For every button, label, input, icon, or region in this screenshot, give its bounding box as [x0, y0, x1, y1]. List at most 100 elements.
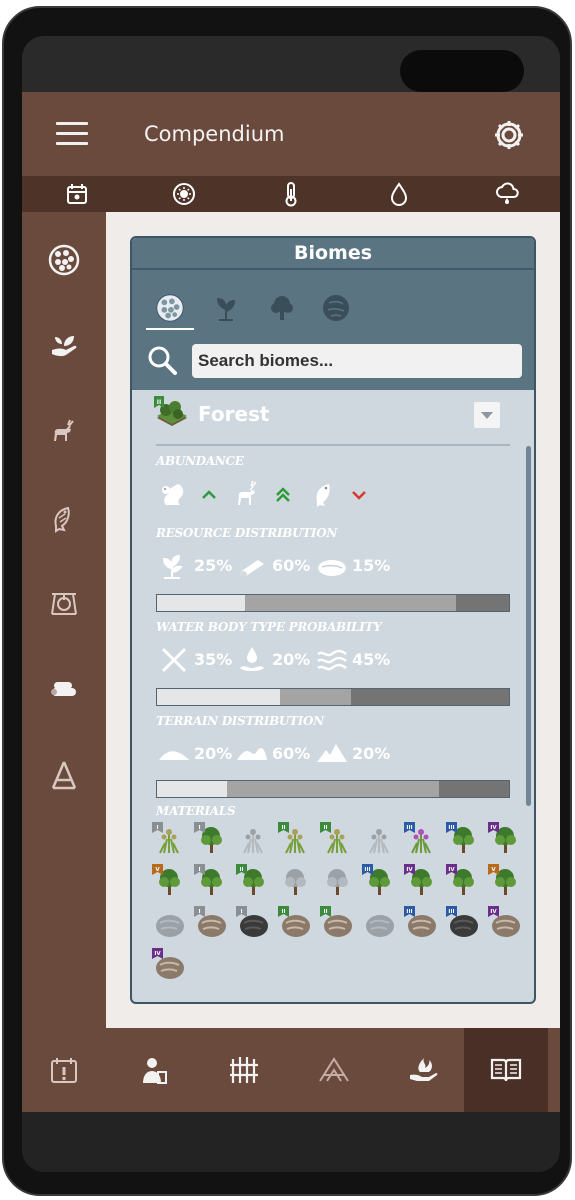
water-segment-2 [280, 689, 351, 705]
sun-icon[interactable] [171, 181, 197, 207]
nav-fire[interactable] [382, 1028, 466, 1112]
nav-base[interactable] [202, 1028, 286, 1112]
svg-text:IV: IV [406, 867, 413, 873]
pine-tree-icon[interactable]: II [236, 864, 270, 898]
tab-biomes[interactable] [150, 288, 190, 328]
sidebar-item-traps[interactable] [40, 580, 88, 628]
stone-icon [318, 560, 346, 576]
oak-tree-icon[interactable]: III [362, 864, 396, 898]
svg-text:I: I [198, 867, 200, 873]
oak-tree-icon[interactable]: IV [404, 864, 438, 898]
active-tab-indicator [146, 328, 194, 330]
silver-plant-icon[interactable] [362, 822, 396, 856]
svg-text:III: III [448, 909, 454, 915]
biome-name: Forest [198, 402, 270, 426]
pond-drop-icon [240, 647, 264, 671]
water-drop-icon[interactable] [386, 181, 412, 207]
brown-rock-icon[interactable]: IV [488, 906, 522, 940]
svg-text:III: III [406, 825, 412, 831]
pink-rock-icon[interactable]: IV [152, 948, 186, 982]
sidebar-item-animals[interactable] [40, 408, 88, 456]
terrain-flat-value: 20% [194, 744, 233, 763]
biomes-panel: Biomes Search biomes... II Forest ABUNDA… [130, 236, 536, 1004]
trend-up-icon [202, 490, 216, 499]
calendar-icon[interactable] [64, 181, 90, 207]
nav-compendium[interactable] [464, 1028, 548, 1112]
svg-text:I: I [198, 909, 200, 915]
sidebar-item-crafting[interactable] [40, 752, 88, 800]
search-icon [148, 346, 177, 375]
lavender-icon[interactable] [236, 822, 270, 856]
oak-tree-icon[interactable]: IV [446, 864, 480, 898]
svg-text:III: III [364, 867, 370, 873]
wheat-icon[interactable]: II [320, 822, 354, 856]
section-resource-distribution: RESOURCE DISTRIBUTION [156, 526, 338, 540]
terrain-bar [156, 780, 510, 798]
fish-icon [54, 506, 70, 533]
biome-dropdown-button[interactable] [474, 402, 500, 428]
fir-tree-gray-icon[interactable] [278, 864, 312, 898]
nav-events[interactable] [22, 1028, 106, 1112]
menu-icon[interactable] [56, 122, 88, 146]
sprout-icon [162, 554, 183, 579]
stone-gray-icon[interactable] [362, 906, 396, 940]
section-abundance: ABUNDANCE [156, 454, 244, 468]
scrollbar[interactable] [526, 446, 531, 806]
trend-double-up-icon [276, 487, 290, 502]
sidebar-item-plants[interactable] [40, 322, 88, 370]
round-tree-gray-icon[interactable] [320, 864, 354, 898]
sidebar-item-biomes[interactable] [40, 236, 88, 284]
pink-flower-icon[interactable]: III [404, 822, 438, 856]
bottom-nav [22, 1028, 560, 1112]
book-icon [490, 1058, 522, 1082]
resource-distribution-bar [156, 594, 510, 612]
survivor-icon [143, 1058, 167, 1084]
fern-icon[interactable]: IV [488, 822, 522, 856]
log-icon [239, 560, 264, 577]
sidebar-item-resources[interactable] [40, 666, 88, 714]
shrub-icon[interactable]: III [446, 822, 480, 856]
mountain-icon [317, 744, 347, 762]
copper-rock-icon[interactable]: I [194, 906, 228, 940]
forest-biome-icon: II [154, 396, 187, 426]
nav-shelter[interactable] [292, 1028, 376, 1112]
gear-icon[interactable] [492, 118, 526, 152]
svg-text:V: V [491, 867, 496, 873]
flower-plant-icon[interactable]: II [278, 822, 312, 856]
oak-tree-icon[interactable]: I [194, 864, 228, 898]
tab-trees[interactable] [262, 288, 302, 328]
thermometer-icon[interactable] [278, 181, 304, 207]
trend-down-icon [352, 491, 366, 500]
svg-text:III: III [448, 825, 454, 831]
coal-rock-icon[interactable]: I [236, 906, 270, 940]
marble-rock-icon[interactable]: II [320, 906, 354, 940]
water-segment-3 [350, 689, 509, 705]
biome-detail: II Forest ABUNDANCE RESOURCE DISTRIBUTIO… [132, 390, 534, 1002]
tab-rocks[interactable] [316, 288, 356, 328]
nav-survivor[interactable] [112, 1028, 196, 1112]
deer-icon [54, 419, 74, 441]
svg-text:IV: IV [490, 909, 497, 915]
page-title: Compendium [144, 122, 285, 146]
terrain-row: 20% 60% 20% [156, 738, 516, 772]
rain-cloud-icon[interactable] [494, 181, 520, 207]
bush-icon[interactable]: I [194, 822, 228, 856]
tripod-icon [51, 761, 77, 790]
oak-tree-icon[interactable]: V [488, 864, 522, 898]
granite-rock-icon[interactable]: II [278, 906, 312, 940]
section-materials: MATERIALS [156, 804, 236, 818]
water-body-bar [156, 688, 510, 706]
svg-text:II: II [281, 825, 285, 831]
resource-wood-value: 60% [272, 556, 311, 575]
sidebar-item-fish[interactable] [40, 494, 88, 542]
dark-rock-icon[interactable]: III [446, 906, 480, 940]
ore-rock-icon[interactable]: III [404, 906, 438, 940]
svg-text:I: I [198, 825, 200, 831]
panel-header: Biomes [132, 238, 534, 390]
tab-plants[interactable] [206, 288, 246, 328]
stone-gray-icon[interactable] [152, 906, 186, 940]
search-input[interactable] [192, 344, 522, 378]
bush-icon[interactable]: V [152, 864, 186, 898]
plant-hand-icon [52, 336, 77, 357]
grass-icon[interactable]: I [152, 822, 186, 856]
